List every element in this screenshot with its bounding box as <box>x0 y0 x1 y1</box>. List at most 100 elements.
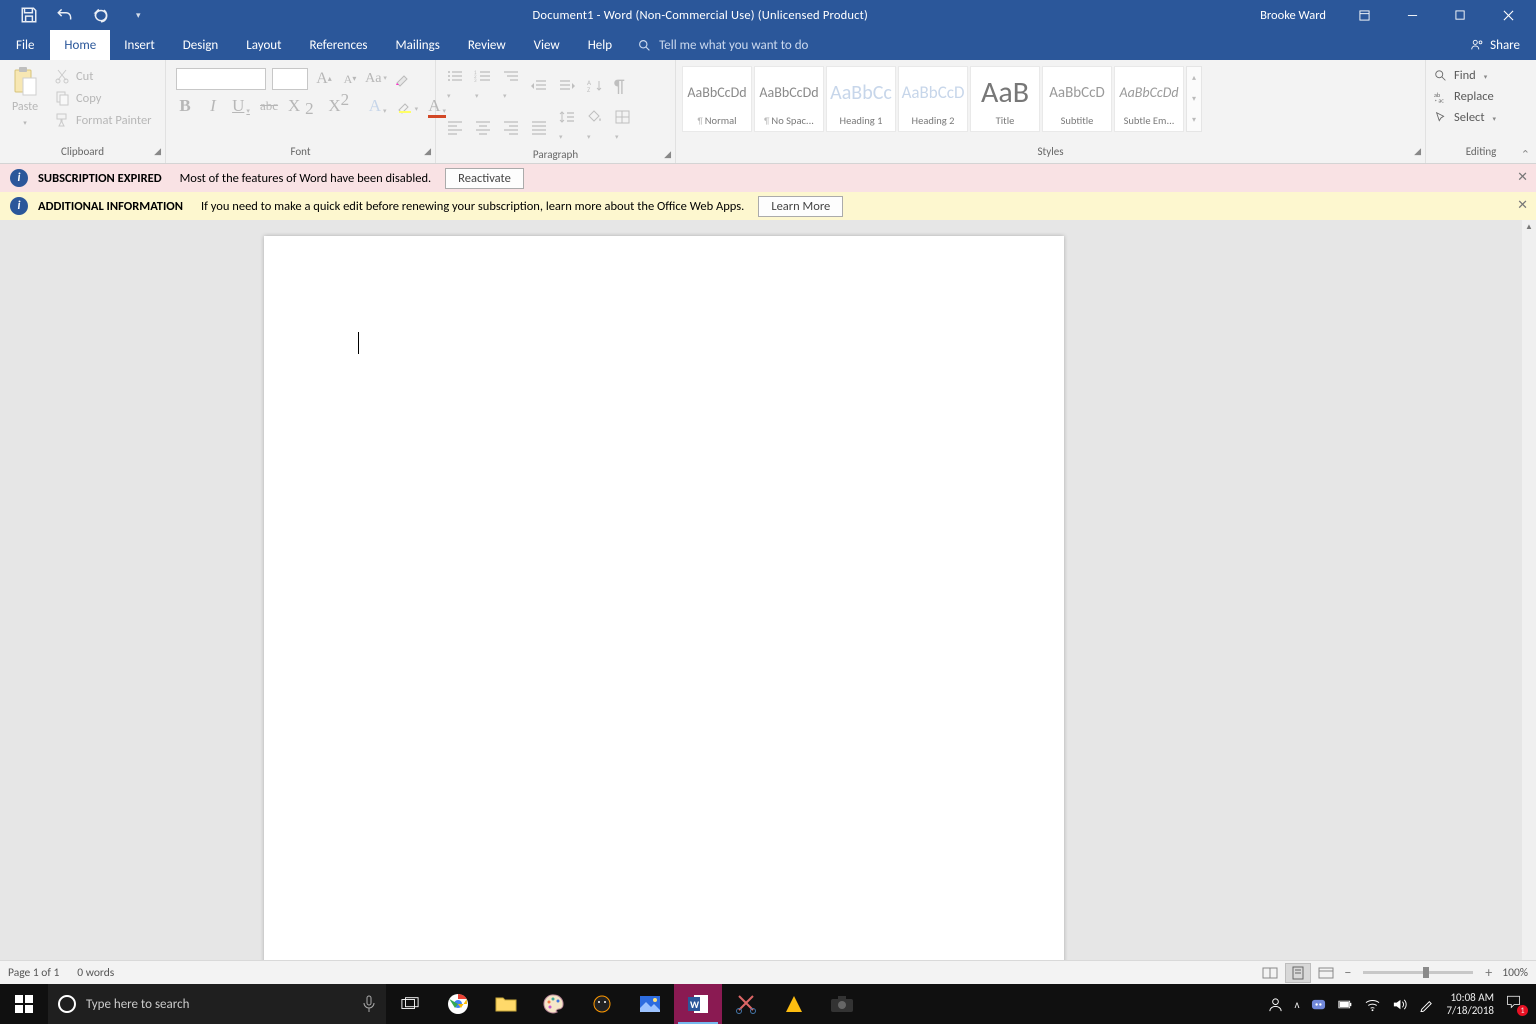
style-tile[interactable]: AaBbCcDdNo Spac... <box>754 66 824 132</box>
microphone-icon[interactable] <box>362 995 376 1013</box>
tab-file[interactable]: File <box>0 30 50 60</box>
page-indicator[interactable]: Page 1 of 1 <box>8 966 59 980</box>
account-name[interactable]: Brooke Ward <box>1260 8 1332 23</box>
tab-insert[interactable]: Insert <box>110 30 169 60</box>
shrink-font-icon[interactable]: A▾ <box>340 69 360 89</box>
scroll-up-icon[interactable]: ▲ <box>1522 220 1536 234</box>
battery-icon[interactable] <box>1338 997 1353 1012</box>
cut-button[interactable]: Cut <box>50 68 152 84</box>
app-snip[interactable] <box>722 984 770 1024</box>
strikethrough-button[interactable]: abc <box>260 98 278 114</box>
numbering-icon[interactable]: 123 <box>474 68 492 103</box>
bullets-icon[interactable] <box>446 68 464 103</box>
app-paint[interactable] <box>530 984 578 1024</box>
show-hide-marks-icon[interactable]: ¶ <box>614 75 625 97</box>
change-case-icon[interactable]: Aa <box>366 69 386 89</box>
taskbar-search[interactable]: Type here to search <box>48 984 386 1024</box>
decrease-indent-icon[interactable] <box>530 78 548 94</box>
tab-mailings[interactable]: Mailings <box>382 30 454 60</box>
tab-references[interactable]: References <box>296 30 382 60</box>
people-icon[interactable] <box>1268 997 1283 1012</box>
app-file-explorer[interactable] <box>482 984 530 1024</box>
tab-review[interactable]: Review <box>454 30 520 60</box>
clear-formatting-icon[interactable] <box>392 69 412 89</box>
zoom-level[interactable]: 100% <box>1502 966 1528 980</box>
tab-view[interactable]: View <box>520 30 574 60</box>
italic-button[interactable]: I <box>204 96 222 116</box>
highlight-icon[interactable] <box>397 98 419 114</box>
read-mode-icon[interactable] <box>1257 963 1283 983</box>
wifi-icon[interactable] <box>1365 997 1380 1012</box>
app-word[interactable]: W <box>674 984 722 1024</box>
print-layout-icon[interactable] <box>1285 963 1311 983</box>
justify-icon[interactable] <box>530 119 548 135</box>
word-count[interactable]: 0 words <box>77 966 114 980</box>
redo-icon[interactable] <box>92 6 110 24</box>
close-info-bar-icon[interactable]: ✕ <box>1517 198 1528 213</box>
task-view-icon[interactable] <box>386 984 434 1024</box>
style-tile[interactable]: AaBbCcHeading 1 <box>826 66 896 132</box>
borders-icon[interactable] <box>614 109 632 144</box>
reactivate-button[interactable]: Reactivate <box>445 168 524 189</box>
pen-icon[interactable] <box>1419 997 1434 1012</box>
app-camera[interactable] <box>818 984 866 1024</box>
underline-button[interactable]: U <box>232 96 250 116</box>
shading-icon[interactable] <box>586 109 604 144</box>
collapse-ribbon-icon[interactable]: ⌃ <box>1521 148 1530 161</box>
multilevel-list-icon[interactable] <box>502 68 520 103</box>
volume-icon[interactable] <box>1392 997 1407 1012</box>
font-name-combo[interactable] <box>176 68 266 90</box>
find-button[interactable]: Find <box>1434 68 1496 83</box>
select-button[interactable]: Select <box>1434 110 1496 125</box>
format-painter-button[interactable]: Format Painter <box>50 112 152 128</box>
line-spacing-icon[interactable] <box>558 109 576 144</box>
document-page[interactable] <box>264 236 1064 992</box>
tab-home[interactable]: Home <box>50 30 110 60</box>
align-right-icon[interactable] <box>502 119 520 135</box>
close-expired-bar-icon[interactable]: ✕ <box>1517 170 1528 185</box>
share-button[interactable]: Share <box>1454 30 1536 60</box>
bold-button[interactable]: B <box>176 96 194 116</box>
text-effects-icon[interactable]: A <box>369 96 387 116</box>
copy-button[interactable]: Copy <box>50 90 152 106</box>
vertical-scrollbar[interactable]: ▲ ▼ <box>1522 220 1536 992</box>
subscript-button[interactable]: X2 <box>288 96 318 116</box>
style-tile[interactable]: AaBTitle <box>970 66 1040 132</box>
app-misc-1[interactable] <box>578 984 626 1024</box>
app-misc-2[interactable] <box>770 984 818 1024</box>
zoom-out-button[interactable]: − <box>1340 964 1355 981</box>
paste-button[interactable]: Paste ▾ <box>0 60 50 140</box>
web-layout-icon[interactable] <box>1313 963 1339 983</box>
tell-me-search[interactable]: Tell me what you want to do <box>626 30 1454 60</box>
action-center-icon[interactable]: 1 <box>1506 994 1526 1014</box>
superscript-button[interactable]: X2 <box>328 96 358 116</box>
replace-button[interactable]: abacReplace <box>1434 89 1496 104</box>
minimize-button[interactable] <box>1396 0 1428 30</box>
tab-design[interactable]: Design <box>169 30 232 60</box>
start-button[interactable] <box>0 984 48 1024</box>
increase-indent-icon[interactable] <box>558 78 576 94</box>
align-center-icon[interactable] <box>474 119 492 135</box>
font-launcher-icon[interactable]: ◢ <box>424 146 431 157</box>
style-tile[interactable]: AaBbCcDdSubtle Em... <box>1114 66 1184 132</box>
style-tile[interactable]: AaBbCcDdNormal <box>682 66 752 132</box>
app-chrome[interactable] <box>434 984 482 1024</box>
paragraph-launcher-icon[interactable]: ◢ <box>664 149 671 160</box>
qat-customize-icon[interactable]: ▾ <box>128 10 141 21</box>
maximize-button[interactable] <box>1444 0 1476 30</box>
zoom-in-button[interactable]: + <box>1481 964 1496 981</box>
styles-gallery-more[interactable]: ▴▾▾ <box>1186 66 1202 132</box>
sort-icon[interactable]: AZ <box>586 78 604 94</box>
styles-launcher-icon[interactable]: ◢ <box>1414 146 1421 157</box>
discord-tray-icon[interactable] <box>1311 997 1326 1012</box>
clipboard-launcher-icon[interactable]: ◢ <box>154 146 161 157</box>
learn-more-button[interactable]: Learn More <box>758 196 843 217</box>
grow-font-icon[interactable]: A▴ <box>314 69 334 89</box>
style-tile[interactable]: AaBbCcDSubtitle <box>1042 66 1112 132</box>
app-photos[interactable] <box>626 984 674 1024</box>
tray-overflow-icon[interactable]: ʌ <box>1295 998 1300 1011</box>
undo-icon[interactable] <box>56 6 74 24</box>
ribbon-display-options-icon[interactable] <box>1348 0 1380 30</box>
tab-layout[interactable]: Layout <box>232 30 295 60</box>
align-left-icon[interactable] <box>446 119 464 135</box>
